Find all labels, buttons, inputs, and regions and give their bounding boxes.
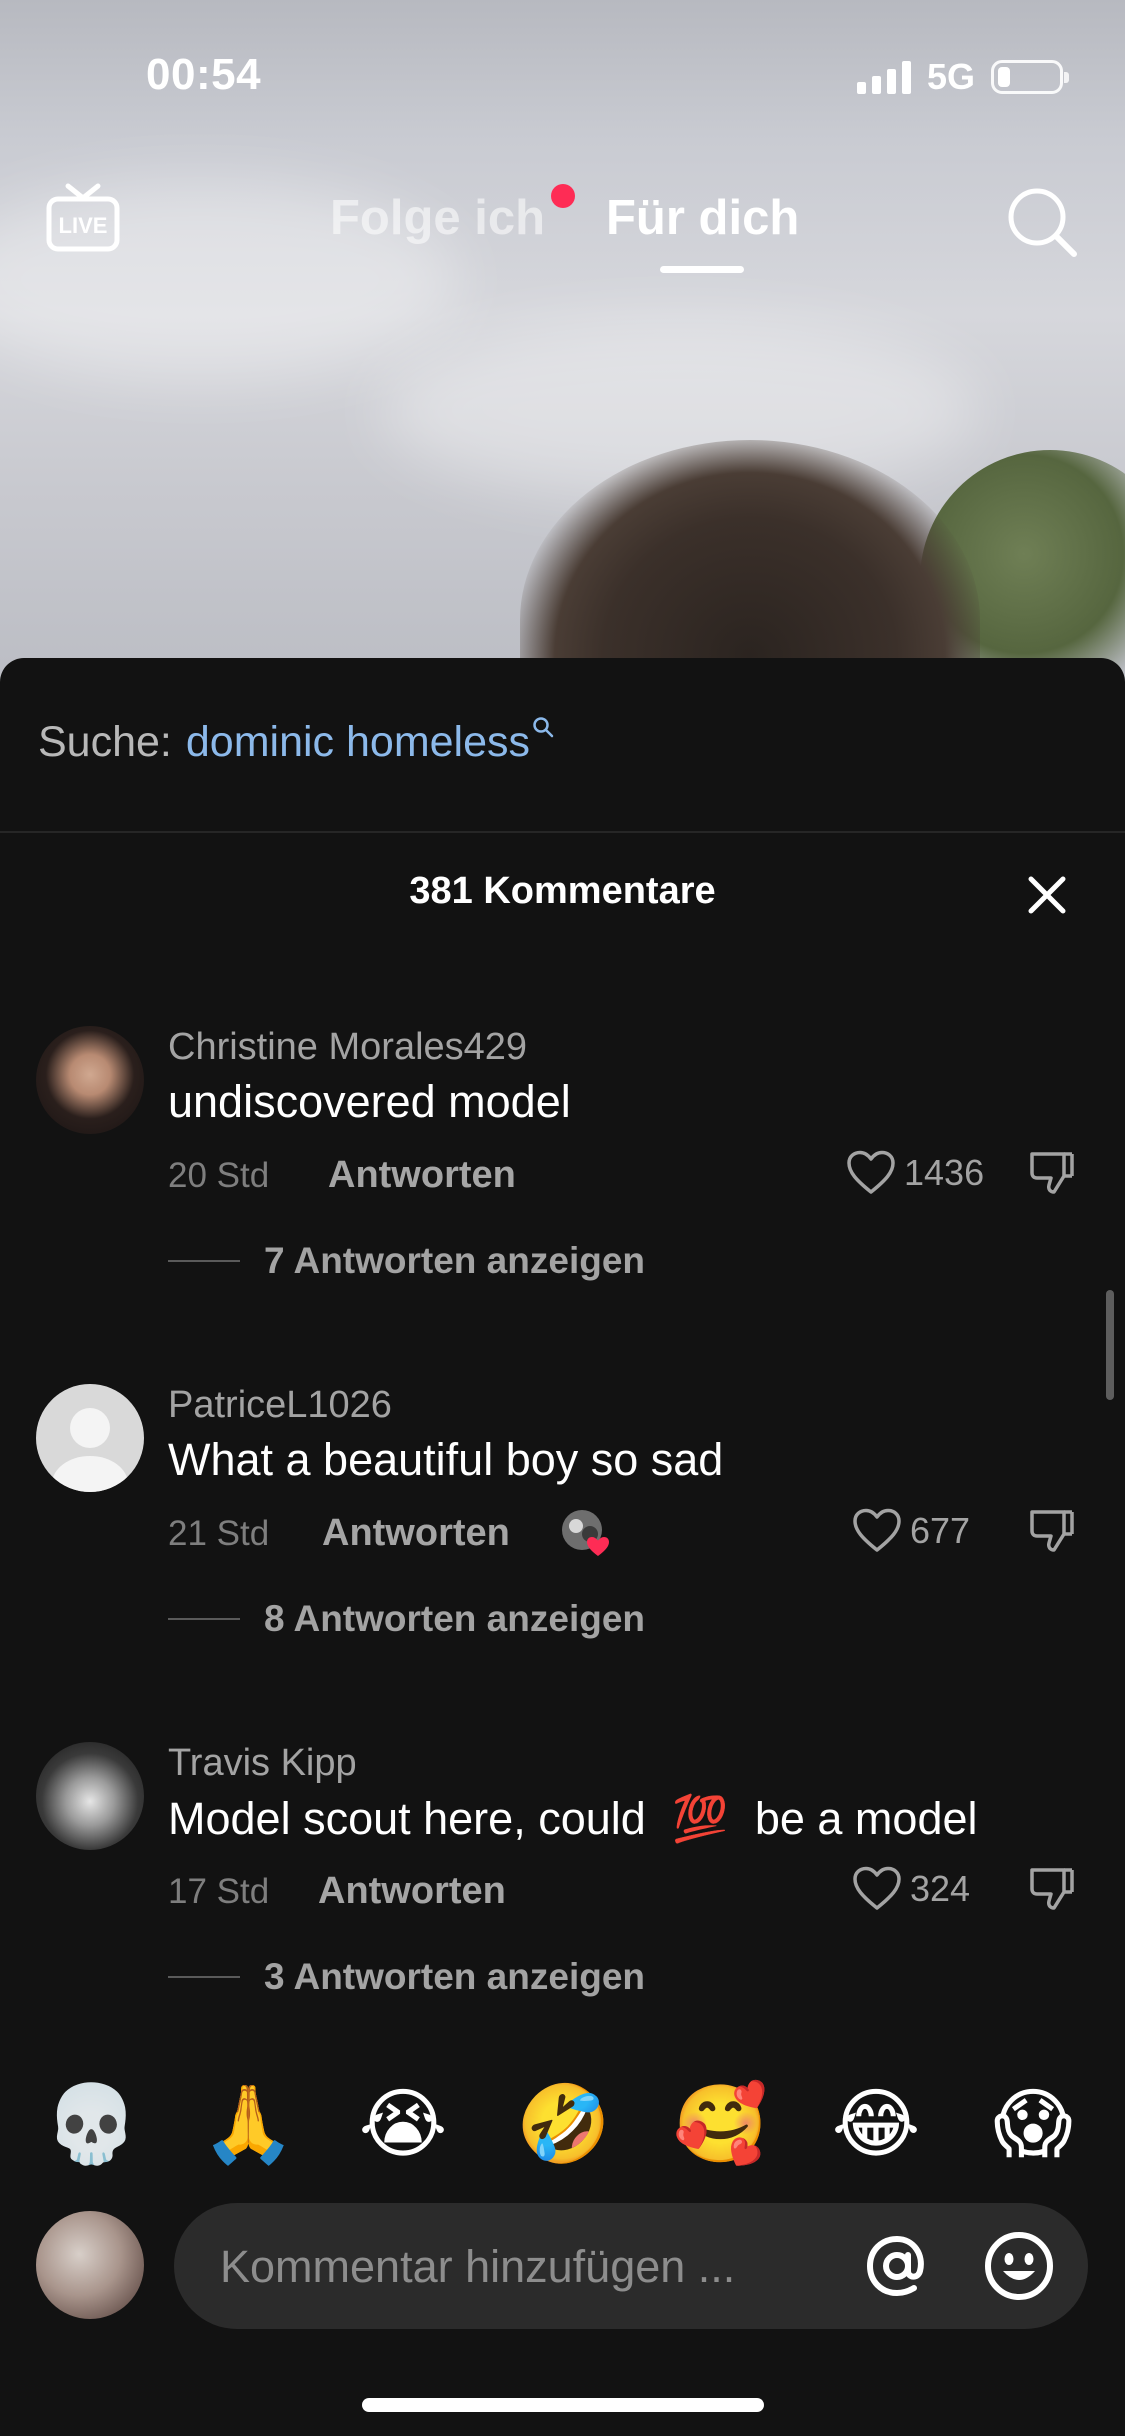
view-replies-button[interactable]: 8 Antworten anzeigen: [168, 1598, 645, 1640]
tab-following[interactable]: Folge ich: [330, 184, 576, 246]
heart-icon: [853, 1866, 901, 1910]
battery-icon: [991, 60, 1069, 94]
search-icon: [533, 717, 554, 738]
signal-icon: [856, 60, 911, 94]
emoji-scream[interactable]: 😱: [988, 2080, 1078, 2170]
emoji-bar: 💀 🙏 😭 🤣 🥰 😂 😱: [0, 2080, 1125, 2170]
emoji-smiling-hearts[interactable]: 🥰: [673, 2080, 768, 2170]
comment-input-container[interactable]: [174, 2203, 1088, 2331]
emoji-crying[interactable]: 😭: [358, 2080, 448, 2170]
view-replies-label: 3 Antworten anzeigen: [264, 1956, 646, 1997]
heart-icon: [853, 1508, 901, 1552]
search-term[interactable]: dominic homeless: [186, 718, 530, 767]
tab-for-you-label: Für dich: [606, 191, 800, 245]
divider-line: [168, 1618, 240, 1620]
like-button[interactable]: 324: [852, 1866, 970, 1912]
tab-for-you[interactable]: Für dich: [606, 190, 799, 246]
search-icon: [1008, 188, 1077, 257]
thumbs-down-icon: [1030, 1152, 1074, 1194]
divider: [0, 831, 1125, 833]
divider-line: [168, 1260, 240, 1262]
scrollbar[interactable]: [1106, 1290, 1114, 1400]
avatar[interactable]: [36, 1384, 144, 1492]
dislike-button[interactable]: [1028, 1148, 1076, 1196]
comment-author[interactable]: PatriceL1026: [168, 1384, 392, 1427]
mention-button[interactable]: [862, 2231, 932, 2301]
comment-text-part: be a model: [754, 1793, 978, 1844]
view-replies-button[interactable]: 7 Antworten anzeigen: [168, 1240, 645, 1282]
like-button[interactable]: 1436: [846, 1150, 984, 1196]
hundred-points-emoji: 💯: [672, 1793, 729, 1844]
comment-time: 17 Std: [168, 1872, 270, 1911]
tab-following-label: Folge ich: [330, 191, 546, 245]
related-search[interactable]: Suche: dominic homeless: [38, 717, 554, 767]
comment-count: 381 Kommentare: [409, 870, 716, 912]
live-tv-icon: LIVE: [46, 183, 120, 252]
reply-button[interactable]: Antworten: [322, 1512, 510, 1555]
avatar[interactable]: [36, 1742, 144, 1850]
notification-dot: [551, 184, 576, 208]
comment-text-part: Model scout here, could: [168, 1793, 646, 1844]
comment-text: undiscovered model: [168, 1076, 571, 1127]
dislike-button[interactable]: [1028, 1506, 1076, 1554]
active-tab-indicator: [660, 266, 744, 273]
search-button[interactable]: [1004, 184, 1080, 260]
at-sign-icon: [866, 2235, 924, 2297]
view-replies-label: 7 Antworten anzeigen: [264, 1240, 646, 1281]
status-icons: 5G: [856, 56, 1069, 98]
emoji-rofl[interactable]: 🤣: [516, 2080, 611, 2170]
like-count: 1436: [904, 1152, 985, 1193]
emoji-folded-hands[interactable]: 🙏: [201, 2080, 296, 2170]
video-background[interactable]: [0, 0, 1125, 700]
divider-line: [168, 1976, 240, 1978]
thumbs-down-icon: [1030, 1510, 1074, 1552]
status-time: 00:54: [146, 50, 262, 99]
dislike-button[interactable]: [1028, 1864, 1076, 1912]
emoji-joy[interactable]: 😂: [831, 2080, 921, 2170]
default-avatar-icon: [52, 1408, 128, 1492]
emoji-skull[interactable]: 💀: [44, 2080, 139, 2170]
comment-time: 21 Std: [168, 1514, 270, 1553]
view-replies-label: 8 Antworten anzeigen: [264, 1598, 646, 1639]
close-icon: [1028, 876, 1066, 914]
thumbs-down-icon: [1030, 1868, 1074, 1910]
heart-icon: [847, 1150, 895, 1194]
creator-avatar-heart-icon: [562, 1510, 609, 1556]
live-button[interactable]: LIVE: [44, 182, 122, 256]
home-indicator: [362, 2398, 764, 2412]
avatar[interactable]: [36, 1026, 144, 1134]
like-button[interactable]: 677: [852, 1508, 970, 1554]
close-button[interactable]: [1024, 872, 1070, 918]
comment-input[interactable]: [218, 2203, 782, 2331]
search-prefix: Suche:: [38, 718, 172, 766]
comment-text: Model scout here, could 💯 be a model: [168, 1792, 978, 1845]
my-avatar[interactable]: [36, 2211, 144, 2319]
emoji-picker-button[interactable]: [982, 2229, 1056, 2303]
svg-text:LIVE: LIVE: [59, 213, 108, 238]
like-count: 677: [910, 1510, 971, 1551]
network-type: 5G: [926, 56, 975, 97]
reply-button[interactable]: Antworten: [328, 1154, 516, 1197]
like-count: 324: [910, 1868, 971, 1909]
smiley-icon: [985, 2232, 1053, 2300]
comment-author[interactable]: Travis Kipp: [168, 1742, 357, 1785]
comment-time: 20 Std: [168, 1156, 270, 1195]
reply-button[interactable]: Antworten: [318, 1870, 506, 1913]
comment-text: What a beautiful boy so sad: [168, 1434, 724, 1485]
creator-liked-badge: [560, 1508, 609, 1556]
comment-author[interactable]: Christine Morales429: [168, 1026, 527, 1069]
view-replies-button[interactable]: 3 Antworten anzeigen: [168, 1956, 645, 1998]
